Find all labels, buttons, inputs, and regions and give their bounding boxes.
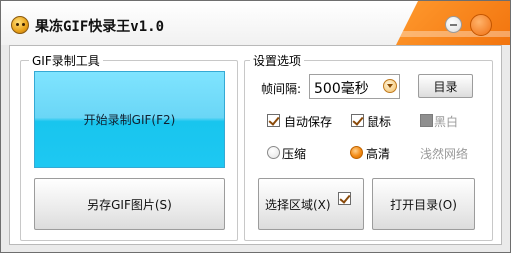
brand-link[interactable]: 浅然网络 [420, 145, 468, 162]
save-gif-label: 另存GIF图片(S) [87, 197, 172, 212]
gif-record-group-title: GIF录制工具 [29, 52, 103, 69]
directory-button[interactable]: 目录 [418, 74, 473, 98]
black-white-label: 黑白 [434, 115, 459, 129]
open-directory-label: 打开目录(O) [390, 197, 457, 212]
open-directory-button[interactable]: 打开目录(O) [372, 178, 475, 230]
select-area-checkbox[interactable] [338, 192, 351, 205]
compress-radio[interactable] [267, 146, 280, 159]
title-bar[interactable]: 果冻GIF快录王v1.0 [1, 1, 510, 45]
app-window: 果冻GIF快录王v1.0 GIF录制工具 设置选项 开始录制GIF(F2) 另存… [0, 0, 511, 253]
high-quality-radio[interactable] [350, 146, 363, 159]
directory-label: 目录 [433, 79, 458, 94]
window-title: 果冻GIF快录王v1.0 [35, 19, 165, 35]
settings-group-title: 设置选项 [250, 52, 305, 69]
compress-label: 压缩 [282, 147, 307, 161]
chevron-down-icon[interactable] [383, 79, 397, 93]
start-record-button[interactable]: 开始录制GIF(F2) [34, 71, 225, 168]
auto-save-label: 自动保存 [284, 115, 333, 129]
minimize-icon[interactable] [445, 16, 462, 33]
select-area-label: 选择区域(X) [265, 197, 331, 212]
frame-interval-label: 帧间隔: [261, 82, 302, 96]
auto-save-checkbox[interactable] [267, 114, 280, 127]
start-record-label: 开始录制GIF(F2) [83, 113, 176, 127]
smiley-app-icon [11, 16, 29, 34]
save-gif-button[interactable]: 另存GIF图片(S) [34, 178, 225, 230]
mouse-label: 鼠标 [367, 115, 392, 129]
close-icon[interactable] [470, 14, 492, 36]
mouse-checkbox[interactable] [351, 114, 364, 127]
frame-interval-value: 500毫秒 [314, 81, 369, 97]
high-quality-label: 高清 [366, 147, 391, 161]
black-white-checkbox[interactable] [420, 114, 433, 127]
